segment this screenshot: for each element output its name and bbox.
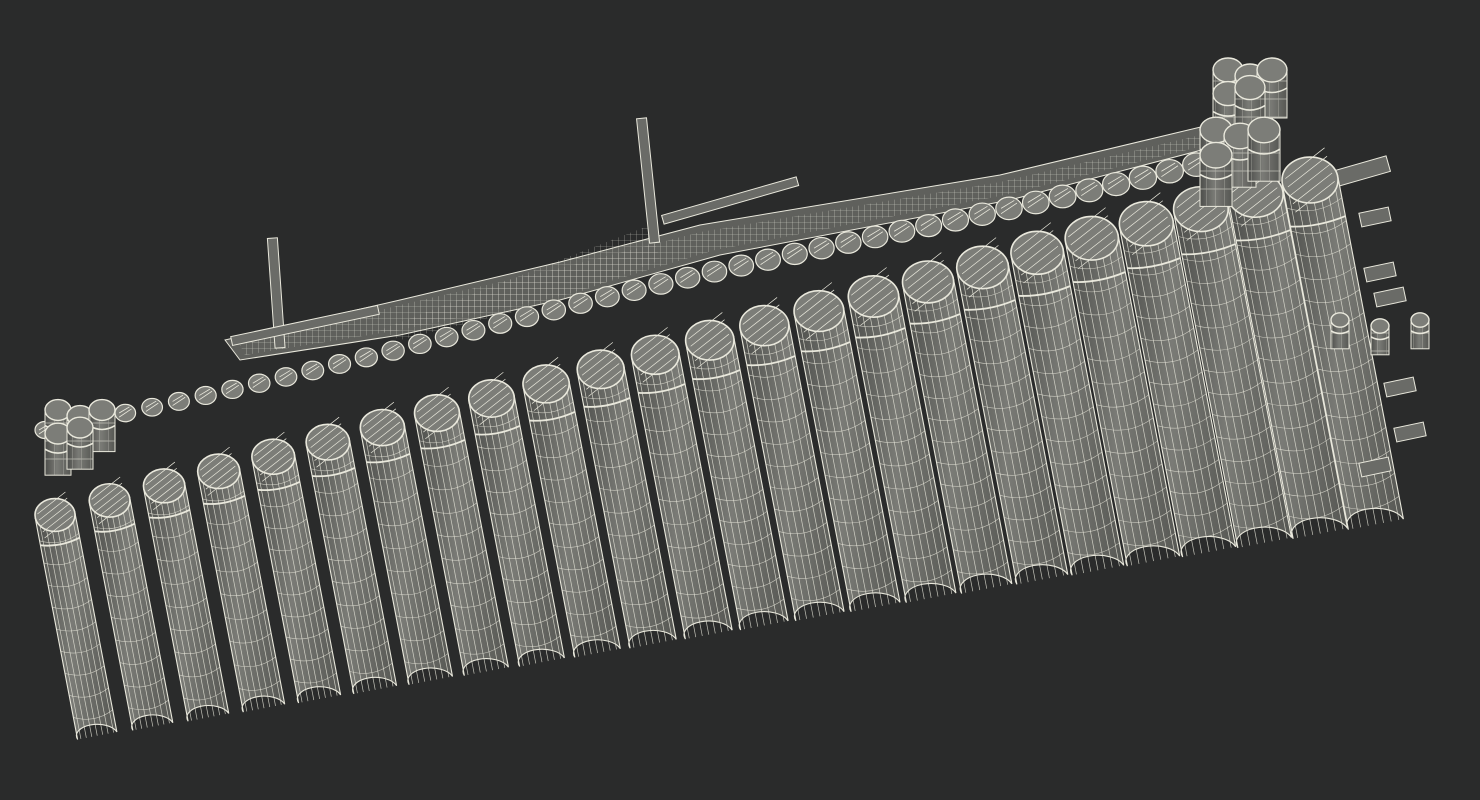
back-cane-end bbox=[221, 379, 244, 400]
back-cane-end bbox=[968, 202, 996, 226]
back-cane-end bbox=[808, 236, 835, 260]
raft-wireframe-render bbox=[34, 57, 1430, 740]
back-cane-end bbox=[1128, 165, 1158, 190]
back-cane-end bbox=[194, 385, 217, 406]
back-cane-end bbox=[247, 373, 271, 393]
back-cane-end bbox=[327, 354, 352, 374]
back-cane-end bbox=[514, 306, 540, 328]
back-cane-end bbox=[568, 292, 593, 314]
back-cane-end bbox=[1155, 158, 1185, 184]
back-cane-end bbox=[434, 326, 459, 348]
back-cane-end bbox=[728, 254, 755, 277]
back-cane-end bbox=[301, 360, 325, 381]
back-cane-end bbox=[1075, 178, 1104, 203]
back-cane-end bbox=[488, 313, 513, 334]
back-cane-end bbox=[701, 260, 728, 283]
back-cane-end bbox=[621, 279, 647, 302]
back-cane-end bbox=[1048, 184, 1077, 209]
back-cane-end bbox=[114, 403, 137, 423]
back-cane-end bbox=[1021, 190, 1050, 215]
back-cane-end bbox=[835, 231, 862, 254]
mast-pole-right bbox=[635, 117, 661, 244]
back-cane-end bbox=[648, 273, 674, 295]
back-cane-end bbox=[354, 347, 378, 368]
back-cane-end bbox=[381, 340, 405, 361]
back-cane-end bbox=[754, 248, 781, 271]
back-cane-end bbox=[781, 242, 808, 266]
bow-bundle bbox=[44, 398, 116, 476]
back-cane-end bbox=[141, 397, 164, 417]
back-cane-end bbox=[995, 196, 1023, 221]
back-cane-end bbox=[541, 299, 567, 321]
back-cane-end bbox=[461, 319, 486, 341]
back-cane-end bbox=[1101, 171, 1131, 197]
back-cane-end bbox=[274, 367, 298, 387]
stern-side-slats bbox=[1330, 312, 1430, 356]
back-cane-end bbox=[941, 208, 970, 232]
back-cane-end bbox=[408, 333, 432, 355]
back-cane-end bbox=[594, 286, 620, 308]
render-viewport bbox=[0, 0, 1480, 800]
back-cane-end bbox=[861, 225, 889, 249]
back-cane-end bbox=[915, 214, 943, 238]
back-cane-end bbox=[167, 391, 190, 411]
back-cane-end bbox=[888, 219, 916, 243]
back-cane-end bbox=[674, 266, 701, 289]
